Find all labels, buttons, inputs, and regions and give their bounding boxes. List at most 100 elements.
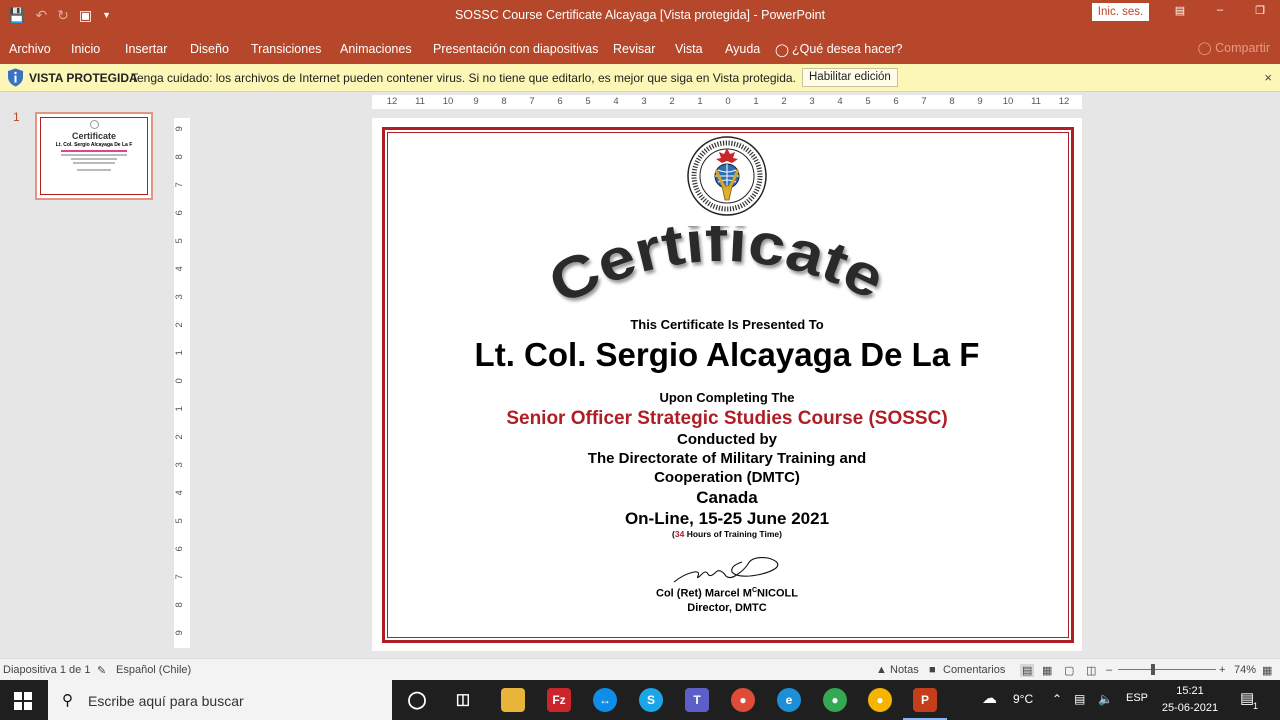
tab-inicio[interactable]: Inicio [71, 42, 100, 56]
ruler-label: 3 [809, 96, 815, 107]
lightbulb-icon: ◯ [775, 43, 789, 57]
minimize-icon[interactable]: – [1200, 4, 1240, 17]
filezilla-icon[interactable]: Fz [547, 688, 571, 712]
comments-button[interactable]: Comentarios [943, 664, 1005, 676]
tab-insertar[interactable]: Insertar [125, 42, 167, 56]
close-icon[interactable]: × [1264, 70, 1272, 85]
windows-start-icon[interactable] [14, 692, 32, 710]
tab-revisar[interactable]: Revisar [613, 42, 655, 56]
dates-text: On-Line, 15-25 June 2021 [624, 509, 830, 528]
network-icon[interactable]: ▤ [1074, 692, 1085, 706]
chevron-up-icon[interactable]: ⌃ [1052, 692, 1062, 706]
vertical-ruler: 9 8 7 6 5 4 3 2 1 0 1 2 3 4 5 6 7 8 9 [174, 118, 190, 648]
slide-sorter-icon[interactable]: ▦ [1042, 664, 1052, 677]
signer-name-post: NICOLL [757, 587, 798, 600]
zoom-slider-thumb[interactable] [1151, 664, 1155, 675]
ruler-label: 4 [174, 490, 186, 496]
weather-temp[interactable]: 9°C [1013, 692, 1033, 706]
thumbnail-line [73, 162, 115, 164]
shield-info-icon [8, 68, 23, 87]
ruler-label: 8 [949, 96, 955, 107]
tab-ayuda[interactable]: Ayuda [725, 42, 760, 56]
ruler-label: 9 [174, 630, 186, 636]
file-explorer-icon[interactable] [501, 688, 525, 712]
country-text: Canada [696, 488, 758, 507]
tab-presentacion[interactable]: Presentación con diapositivas [433, 42, 598, 56]
powerpoint-icon[interactable]: P [913, 688, 937, 712]
conducted-by-text: Conducted by [677, 431, 777, 448]
svg-text:Certificate: Certificate [552, 226, 892, 316]
ribbon-display-icon[interactable]: ▤ [1160, 4, 1200, 17]
thumbnail-line [77, 169, 111, 171]
tab-diseno[interactable]: Diseño [190, 42, 229, 56]
ruler-label: 4 [837, 96, 843, 107]
tab-archivo[interactable]: Archivo [9, 42, 51, 56]
ruler-label: 11 [415, 96, 425, 107]
ruler-label: 3 [641, 96, 647, 107]
zoom-slider[interactable] [1118, 669, 1216, 670]
notes-button[interactable]: Notas [890, 664, 919, 676]
thumbnail-line [61, 150, 127, 152]
normal-view-icon[interactable]: ▤ [1020, 664, 1035, 677]
edge-icon[interactable]: e [777, 688, 801, 712]
ruler-label: 8 [174, 602, 186, 608]
ruler-label: 0 [174, 378, 186, 384]
zoom-level[interactable]: 74% [1234, 664, 1256, 676]
fit-slide-icon[interactable]: ▦ [1262, 664, 1272, 677]
clock-time: 15:21 [1176, 685, 1204, 697]
chrome-profile-icon[interactable]: ● [823, 688, 847, 712]
enable-editing-button[interactable]: Habilitar edición [802, 68, 898, 87]
skype-icon[interactable]: S [639, 688, 663, 712]
ruler-label: 10 [442, 96, 454, 107]
chrome-icon[interactable]: ● [731, 688, 755, 712]
directorate-line-1: The Directorate of Military Training and [587, 450, 867, 467]
volume-icon[interactable]: 🔈 [1098, 692, 1113, 706]
tab-animaciones[interactable]: Animaciones [340, 42, 412, 56]
teams-icon[interactable]: T [685, 688, 709, 712]
slideshow-icon[interactable]: ◫ [1086, 664, 1096, 677]
zoom-out-icon[interactable]: – [1106, 664, 1112, 676]
reading-view-icon[interactable]: ▢ [1064, 664, 1074, 677]
ruler-label: 6 [893, 96, 899, 107]
recipient-name: Lt. Col. Sergio Alcayaga De La F [474, 336, 980, 373]
ruler-label: 12 [386, 96, 398, 107]
person-icon: ◯ [1197, 41, 1212, 55]
clock-date: 25-06-2021 [1161, 702, 1219, 714]
teamviewer-icon[interactable]: ↔ [593, 688, 617, 712]
status-bar: Diapositiva 1 de 1 ✎ Español (Chile) ▲ N… [0, 658, 1280, 680]
cortana-icon[interactable]: ◯ [405, 688, 429, 712]
signin-button[interactable]: Inic. ses. [1092, 3, 1149, 21]
signer-name-pre: Col (Ret) Marcel M [656, 587, 752, 600]
spellcheck-icon[interactable]: ✎ [97, 664, 106, 677]
taskbar: ⚲ Escribe aquí para buscar ◯ ◫ Fz ↔ S T … [0, 680, 1280, 720]
ruler-label: 6 [557, 96, 563, 107]
maximize-icon[interactable]: ❐ [1240, 4, 1280, 17]
training-hours: (34 Hours of Training Time) [372, 529, 1082, 539]
input-language[interactable]: ESP [1126, 692, 1148, 704]
tab-transiciones[interactable]: Transiciones [251, 42, 321, 56]
share-button[interactable]: ◯ Compartir [1198, 40, 1270, 55]
chrome-icon-2[interactable]: ● [868, 688, 892, 712]
signature [673, 557, 779, 583]
tell-me-search[interactable]: ¿Qué desea hacer? [792, 42, 903, 56]
task-view-icon[interactable]: ◫ [451, 688, 475, 712]
ruler-label: 9 [977, 96, 983, 107]
system-clock[interactable]: 15:21 25-06-2021 [1160, 683, 1220, 717]
window-title: SOSSC Course Certificate Alcayaga [Vista… [454, 8, 826, 22]
slide-thumbnail[interactable]: Certificate Lt. Col. Sergio Alcayaga De … [35, 112, 153, 200]
language-indicator[interactable]: Español (Chile) [116, 664, 191, 676]
ruler-label: 5 [174, 518, 186, 524]
zoom-in-icon[interactable]: + [1219, 664, 1225, 676]
tab-vista[interactable]: Vista [675, 42, 703, 56]
ruler-label: 5 [585, 96, 591, 107]
title-bar: 💾 ↶ ↻ ▣ ▼ SOSSC Course Certificate Alcay… [0, 0, 1280, 32]
search-icon: ⚲ [62, 692, 73, 709]
weather-icon[interactable]: ☁ [982, 689, 997, 707]
ruler-label: 3 [174, 294, 186, 300]
thumbnail-name: Lt. Col. Sergio Alcayaga De La F [55, 142, 133, 148]
military-training-emblem [687, 136, 767, 216]
slide-canvas[interactable]: Certificate This Certificate Is Presente… [372, 118, 1082, 651]
notification-count: 1 [1253, 701, 1259, 711]
taskbar-search[interactable]: ⚲ Escribe aquí para buscar [48, 680, 392, 720]
ruler-label: 7 [921, 96, 927, 107]
